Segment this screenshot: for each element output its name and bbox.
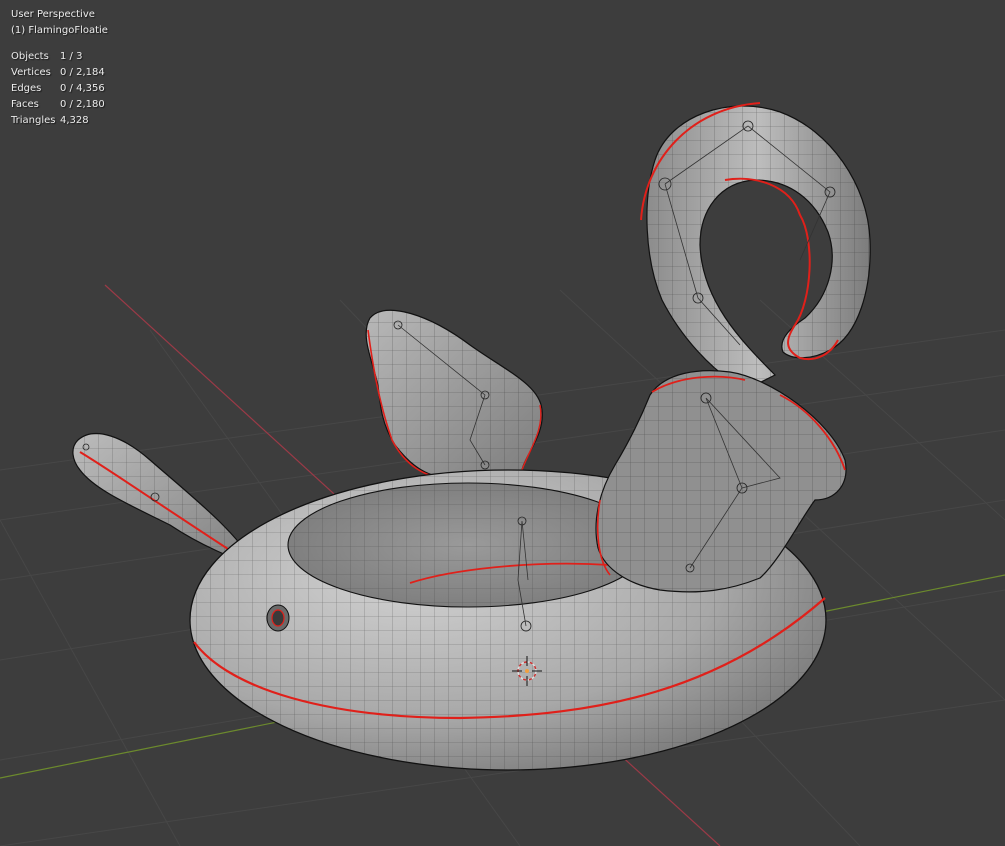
stat-label: Faces xyxy=(11,99,39,110)
active-object-name: (1) FlamingoFloatie xyxy=(11,25,108,36)
stat-row-vertices: Vertices 0 / 2,184 xyxy=(11,65,108,81)
valve-detail xyxy=(266,604,290,632)
stat-value: 0 / 4,356 xyxy=(60,83,105,94)
stat-value: 0 / 2,184 xyxy=(60,67,105,78)
stat-value: 4,328 xyxy=(60,115,89,126)
stat-row-triangles: Triangles 4,328 xyxy=(11,113,108,129)
stat-label: Objects xyxy=(11,51,49,62)
tail-mesh[interactable] xyxy=(72,432,257,566)
stat-value: 0 / 2,180 xyxy=(60,99,105,110)
view-name: User Perspective xyxy=(11,9,95,20)
3d-viewport[interactable]: User Perspective (1) FlamingoFloatie Obj… xyxy=(0,0,1005,846)
stat-label: Edges xyxy=(11,83,42,94)
stat-row-objects: Objects 1 / 3 xyxy=(11,49,108,65)
neck-head-mesh[interactable] xyxy=(640,102,871,391)
stat-row-faces: Faces 0 / 2,180 xyxy=(11,97,108,113)
wing-mesh[interactable] xyxy=(365,309,543,479)
viewport-info-overlay: User Perspective (1) FlamingoFloatie Obj… xyxy=(11,7,108,129)
stat-label: Triangles xyxy=(11,115,56,126)
stat-value: 1 / 3 xyxy=(60,51,83,62)
overlay-spacer xyxy=(11,39,108,49)
stat-label: Vertices xyxy=(11,67,51,78)
stat-row-edges: Edges 0 / 4,356 xyxy=(11,81,108,97)
viewport-canvas[interactable] xyxy=(0,0,1005,846)
